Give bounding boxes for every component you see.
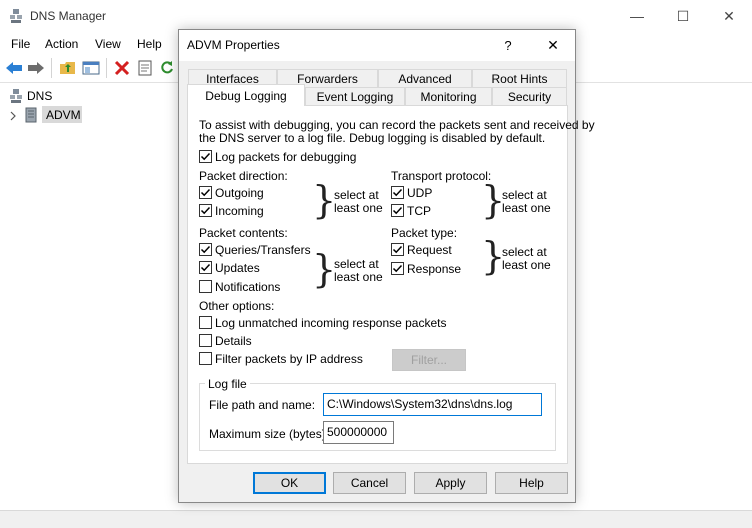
request-checkbox[interactable] xyxy=(391,243,404,256)
select-note-line-1: select at xyxy=(334,257,379,271)
udp-label: UDP xyxy=(407,186,433,200)
response-checkbox[interactable] xyxy=(391,262,404,275)
other-options-heading: Other options: xyxy=(199,299,275,313)
window-title: DNS Manager xyxy=(30,9,107,23)
tree-item-dns[interactable]: DNS xyxy=(27,89,52,103)
maximize-button[interactable]: ☐ xyxy=(660,0,706,32)
transport-protocol-heading: Transport protocol: xyxy=(391,169,492,183)
response-label: Response xyxy=(407,262,462,276)
updates-label: Updates xyxy=(215,261,260,275)
back-arrow-icon[interactable] xyxy=(4,58,24,78)
tcp-label: TCP xyxy=(407,204,431,218)
description-line-1: To assist with debugging, you can record… xyxy=(199,118,595,132)
log-unmatched-label: Log unmatched incoming response packets xyxy=(215,316,447,330)
properties-icon[interactable] xyxy=(135,58,155,78)
log-unmatched-checkbox[interactable] xyxy=(199,316,212,329)
tree-item-advm[interactable]: ADVM xyxy=(42,106,82,123)
filter-button[interactable]: Filter... xyxy=(392,349,466,371)
brace-glyph: } xyxy=(312,178,337,222)
max-size-label: Maximum size (bytes): xyxy=(209,427,330,441)
forward-arrow-icon[interactable] xyxy=(26,58,46,78)
dialog-close-button[interactable]: ✕ xyxy=(536,34,570,56)
tcp-checkbox[interactable] xyxy=(391,204,404,217)
log-packets-checkbox[interactable] xyxy=(199,150,212,163)
updates-checkbox[interactable] xyxy=(199,261,212,274)
details-label: Details xyxy=(215,334,252,348)
select-note-line-1: select at xyxy=(502,188,547,202)
outgoing-label: Outgoing xyxy=(215,186,264,200)
notifications-label: Notifications xyxy=(215,280,281,294)
dialog-title: ADVM Properties xyxy=(187,38,280,52)
toolbar-separator xyxy=(51,58,52,78)
file-path-label: File path and name: xyxy=(209,398,316,412)
file-path-input[interactable]: C:\Windows\System32\dns\dns.log xyxy=(323,393,542,416)
outgoing-checkbox[interactable] xyxy=(199,186,212,199)
queries-transfers-checkbox[interactable] xyxy=(199,243,212,256)
dns-root-icon xyxy=(9,88,25,104)
packet-type-heading: Packet type: xyxy=(391,226,458,240)
details-checkbox[interactable] xyxy=(199,334,212,347)
tab-event-logging[interactable]: Event Logging xyxy=(305,87,405,105)
tab-root-hints[interactable]: Root Hints xyxy=(472,69,567,87)
log-file-heading: Log file xyxy=(205,377,250,391)
queries-transfers-label: Queries/Transfers xyxy=(215,243,311,257)
menu-action[interactable]: Action xyxy=(45,37,78,51)
menu-view[interactable]: View xyxy=(95,37,121,51)
incoming-label: Incoming xyxy=(215,204,264,218)
toolbar-separator xyxy=(106,58,107,78)
packet-contents-heading: Packet contents: xyxy=(199,226,288,240)
close-window-button[interactable]: ✕ xyxy=(706,0,752,32)
minimize-button[interactable]: — xyxy=(614,0,660,32)
status-bar xyxy=(0,510,752,528)
apply-button[interactable]: Apply xyxy=(414,472,487,494)
delete-icon[interactable] xyxy=(112,58,132,78)
show-hide-tree-icon[interactable] xyxy=(81,58,101,78)
refresh-icon[interactable] xyxy=(158,58,176,78)
request-label: Request xyxy=(407,243,452,257)
notifications-checkbox[interactable] xyxy=(199,280,212,293)
filter-by-ip-label: Filter packets by IP address xyxy=(215,352,363,366)
tab-monitoring[interactable]: Monitoring xyxy=(405,87,492,105)
select-note-line-2: least one xyxy=(502,258,551,272)
filter-by-ip-checkbox[interactable] xyxy=(199,352,212,365)
cancel-button[interactable]: Cancel xyxy=(333,472,406,494)
folder-up-icon[interactable] xyxy=(58,58,78,78)
description-line-2: the DNS server to a log file. Debug logg… xyxy=(199,131,546,145)
menu-help[interactable]: Help xyxy=(137,37,162,51)
dns-manager-app-icon xyxy=(8,8,24,24)
packet-direction-heading: Packet direction: xyxy=(199,169,288,183)
tab-advanced[interactable]: Advanced xyxy=(378,69,472,87)
ok-button[interactable]: OK xyxy=(253,472,326,494)
console-tree xyxy=(0,84,176,510)
chevron-right-icon[interactable] xyxy=(9,110,17,121)
incoming-checkbox[interactable] xyxy=(199,204,212,217)
udp-checkbox[interactable] xyxy=(391,186,404,199)
tab-security[interactable]: Security xyxy=(492,87,567,105)
server-icon xyxy=(25,107,39,123)
select-note-line-2: least one xyxy=(502,201,551,215)
select-note-line-1: select at xyxy=(502,245,547,259)
select-note-line-2: least one xyxy=(334,270,383,284)
log-packets-label: Log packets for debugging xyxy=(215,150,357,164)
select-note-line-2: least one xyxy=(334,201,383,215)
brace-glyph: } xyxy=(312,247,337,291)
select-note-line-1: select at xyxy=(334,188,379,202)
menu-file[interactable]: File xyxy=(11,37,30,51)
tab-debug-logging[interactable]: Debug Logging xyxy=(187,84,305,106)
dialog-help-button[interactable]: ? xyxy=(496,35,520,55)
help-button[interactable]: Help xyxy=(495,472,568,494)
max-size-input[interactable]: 500000000 xyxy=(323,421,394,444)
